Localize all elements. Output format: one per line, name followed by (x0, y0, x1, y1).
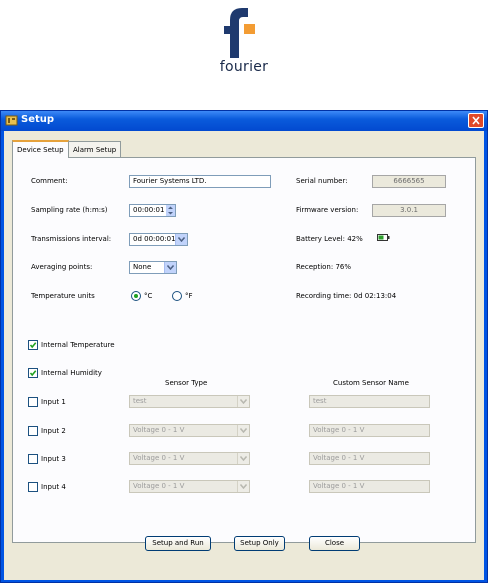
battery-icon (377, 234, 390, 241)
input-3-sensor-type-value: Voltage 0 - 1 V (133, 454, 185, 462)
internal-humidity-checkbox[interactable] (28, 368, 38, 378)
logo-text: fourier (219, 59, 269, 75)
temperature-units-label: Temperature units (31, 292, 95, 300)
input-1-checkbox[interactable] (28, 397, 38, 407)
input-4-sensor-name-input[interactable]: Voltage 0 - 1 V (309, 480, 430, 493)
check-icon (29, 342, 37, 349)
serial-number-label: Serial number: (296, 177, 348, 185)
reception-label: Reception: 76% (296, 263, 352, 271)
input-3-checkbox[interactable] (28, 454, 38, 464)
serial-number-field: 6666565 (372, 175, 446, 188)
chevron-down-icon (240, 484, 247, 489)
chevron-down-icon (240, 428, 247, 433)
input-4-label: Input 4 (41, 483, 66, 491)
input-4-type-dropdown-button[interactable] (237, 481, 249, 492)
fourier-logo-icon (224, 8, 255, 58)
battery-level-label: Battery Level: 42% (296, 235, 363, 243)
input-2-sensor-type-select[interactable]: Voltage 0 - 1 V (129, 424, 250, 437)
transmission-interval-label: Transmissions interval: (31, 235, 112, 243)
chevron-down-icon (240, 456, 247, 461)
input-1-sensor-name-input[interactable]: test (309, 395, 430, 408)
input-2-label: Input 2 (41, 427, 66, 435)
spin-arrows-icon (168, 206, 173, 215)
input-1-sensor-type-value: test (133, 397, 147, 405)
input-3-sensor-name-input[interactable]: Voltage 0 - 1 V (309, 452, 430, 465)
comment-label: Comment: (31, 177, 68, 185)
dialog-client: Device Setup Alarm Setup (4, 131, 484, 580)
tab-alarm-setup[interactable]: Alarm Setup (68, 141, 122, 157)
check-icon (29, 370, 37, 377)
sampling-rate-value: 00:00:01 (133, 206, 165, 214)
input-2-checkbox[interactable] (28, 426, 38, 436)
internal-humidity-label: Internal Humidity (41, 369, 102, 377)
averaging-dropdown-button[interactable] (164, 262, 176, 273)
tab-device-setup[interactable]: Device Setup (12, 140, 69, 158)
window-title: Setup (21, 114, 55, 125)
title-bar[interactable]: Setup (1, 111, 487, 131)
averaging-points-select[interactable]: None (129, 261, 177, 274)
custom-sensor-name-header: Custom Sensor Name (333, 379, 409, 387)
recording-time-label: Recording time: 0d 02:13:04 (296, 292, 397, 300)
input-3-label: Input 3 (41, 455, 66, 463)
unit-fahrenheit-radio[interactable] (172, 291, 182, 301)
sampling-rate-label: Sampling rate (h:m:s) (31, 206, 108, 214)
input-2-type-dropdown-button[interactable] (237, 425, 249, 436)
unit-celsius-radio[interactable] (131, 291, 141, 301)
internal-temperature-label: Internal Temperature (41, 341, 115, 349)
input-4-checkbox[interactable] (28, 482, 38, 492)
unit-celsius-label: °C (144, 292, 153, 300)
input-1-type-dropdown-button[interactable] (237, 396, 249, 407)
transmission-dropdown-button[interactable] (175, 234, 187, 245)
unit-fahrenheit-label: °F (185, 292, 193, 300)
app-icon (5, 115, 18, 126)
sampling-rate-spinner[interactable] (166, 205, 175, 216)
input-3-type-dropdown-button[interactable] (237, 453, 249, 464)
chevron-down-icon (240, 399, 247, 404)
input-3-sensor-type-select[interactable]: Voltage 0 - 1 V (129, 452, 250, 465)
firmware-version-label: Firmware version: (296, 206, 359, 214)
transmission-interval-value: 0d 00:00:01 (133, 235, 176, 243)
input-2-sensor-type-value: Voltage 0 - 1 V (133, 426, 185, 434)
close-icon (472, 116, 480, 125)
setup-only-button[interactable]: Setup Only (234, 536, 285, 551)
input-1-label: Input 1 (41, 398, 66, 406)
transmission-interval-select[interactable]: 0d 00:00:01 (129, 233, 188, 246)
comment-input[interactable]: Fourier Systems LTD. (129, 175, 271, 188)
sampling-rate-input[interactable]: 00:00:01 (129, 204, 176, 217)
close-button[interactable]: Close (309, 536, 360, 551)
sensor-type-header: Sensor Type (165, 379, 208, 387)
chevron-down-icon (167, 265, 174, 270)
fourier-logo: fourier (214, 6, 274, 78)
averaging-points-value: None (133, 263, 152, 271)
internal-temperature-checkbox[interactable] (28, 340, 38, 350)
input-1-sensor-type-select[interactable]: test (129, 395, 250, 408)
input-2-sensor-name-input[interactable]: Voltage 0 - 1 V (309, 424, 430, 437)
chevron-down-icon (178, 237, 185, 242)
setup-and-run-button[interactable]: Setup and Run (145, 536, 211, 551)
close-window-button[interactable] (468, 113, 484, 128)
input-4-sensor-type-value: Voltage 0 - 1 V (133, 482, 185, 490)
input-4-sensor-type-select[interactable]: Voltage 0 - 1 V (129, 480, 250, 493)
averaging-points-label: Averaging points: (31, 263, 93, 271)
firmware-version-field: 3.0.1 (372, 204, 446, 217)
